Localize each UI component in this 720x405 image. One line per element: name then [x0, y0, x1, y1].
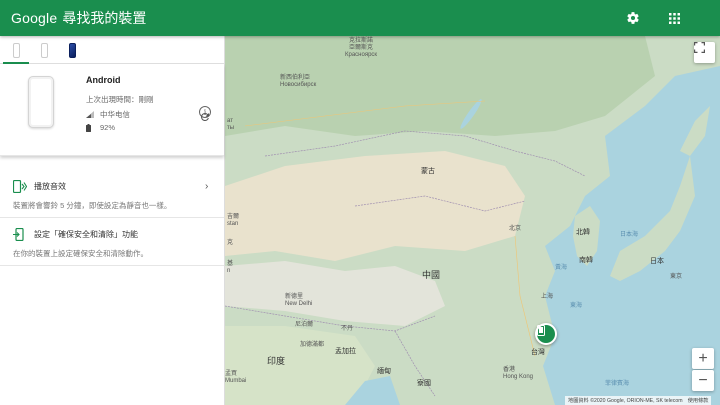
signal-icon [86, 111, 96, 118]
device-tab-3[interactable] [62, 37, 82, 63]
map-label-south-korea: 南韓 [579, 257, 593, 264]
secure-erase-title: 設定「確保安全和清除」功能 [34, 230, 138, 239]
map-label-new-delhi: 新德里 New Delhi [285, 294, 313, 307]
map-label-nepal: 尼泊爾 [295, 322, 314, 328]
map-label-left-edge-3: 基 n [227, 261, 234, 274]
map-view[interactable]: 克拉斯諾 亞爾斯克 Красноярск 新西伯利亞 Новосибирск а… [225, 36, 720, 405]
last-seen-text: 上次出現時間：剛剛 [86, 95, 154, 104]
map-label-philippine-sea: 菲律賓海 [605, 381, 630, 387]
map-label-sea-of-japan: 日本海 [620, 232, 639, 238]
play-sound-icon [12, 179, 28, 194]
map-label-yellow-sea: 黃海 [555, 265, 568, 271]
device-name: Android [86, 75, 121, 85]
map-label-mumbai: 孟買 Mumbai [225, 371, 247, 384]
map-label-india: 印度 [267, 356, 286, 366]
map-label-left-edge: 吉爾 stan [227, 214, 240, 227]
app-title: 尋找我的裝置 [62, 10, 147, 26]
map-canvas [225, 36, 720, 405]
gear-icon[interactable] [624, 9, 642, 27]
map-label-beijing: 北京 [509, 226, 522, 232]
device-location-pin[interactable] [535, 323, 557, 345]
secure-erase-description: 在你的裝置上設定確保安全和清除動作。 [13, 249, 148, 258]
device-tabs [0, 36, 224, 64]
battery-text: 92% [100, 123, 116, 132]
app-header: Google 尋找我的裝置 [0, 0, 720, 36]
battery-icon [86, 123, 96, 132]
device-tab-1[interactable] [3, 37, 29, 64]
apps-grid-icon[interactable] [665, 9, 683, 27]
fullscreen-icon [694, 42, 705, 53]
map-label-north-korea: 北韓 [576, 229, 590, 236]
map-label-krasnoyarsk: 克拉斯諾 亞爾斯克 Красноярск [345, 38, 378, 58]
device-image [28, 76, 54, 128]
map-label-hong-kong: 香港 Hong Kong [503, 367, 534, 380]
chevron-right-icon: › [205, 181, 209, 192]
map-label-tokyo: 東京 [670, 274, 683, 280]
phone-white-icon [40, 42, 48, 58]
device-tab-2[interactable] [34, 37, 54, 63]
phone-white-icon [12, 42, 20, 58]
device-panel: Android 上次出現時間：剛剛 中华电信 92% i 播放音效 › 裝置將會… [0, 36, 225, 405]
zoom-out-button[interactable]: − [692, 370, 714, 391]
map-label-bangladesh: 孟加拉 [335, 348, 356, 355]
map-label-left-edge-2: 克 [227, 240, 234, 246]
fullscreen-button[interactable] [694, 42, 715, 63]
map-label-myanmar: 緬甸 [377, 368, 391, 375]
map-label-laos: 寮國 [417, 380, 431, 387]
zoom-in-button[interactable]: + [692, 348, 714, 369]
refresh-icon[interactable] [199, 110, 211, 122]
map-label-kathmandu: 加德滿都 [300, 342, 325, 348]
find-my-device-app: Google 尋找我的裝置 Android 上次出現時間：剛剛 中华电信 92%… [0, 0, 720, 405]
map-label-east-sea: 東海 [570, 303, 583, 309]
last-seen: 上次出現時間：剛剛 [86, 94, 154, 105]
map-label-novosibirsk: 新西伯利亞 Новосибирск [280, 75, 317, 88]
google-logo[interactable]: Google [11, 10, 57, 26]
secure-erase-icon [13, 227, 26, 242]
map-label-taiwan: 台灣 [531, 349, 545, 356]
play-sound-description: 裝置將會響鈴 5 分鐘，即使設定為靜音也一樣。 [13, 201, 172, 210]
map-label-japan: 日本 [650, 258, 664, 265]
map-label-bhutan: 不丹 [341, 326, 354, 332]
device-card: Android 上次出現時間：剛剛 中华电信 92% i [0, 64, 224, 156]
map-label-china: 中國 [422, 270, 441, 280]
play-sound-action[interactable]: 播放音效 › 裝置將會響鈴 5 分鐘，即使設定為靜音也一樣。 [0, 170, 224, 218]
battery-row: 92% [86, 123, 115, 132]
map-label-shanghai: 上海 [541, 294, 554, 300]
carrier-row: 中华电信 [86, 109, 130, 120]
carrier-text: 中华电信 [100, 110, 130, 119]
map-label-almaty: ат ты [227, 118, 235, 131]
phone-blue-icon [68, 42, 76, 58]
map-label-mongolia: 蒙古 [421, 168, 435, 175]
play-sound-title: 播放音效 [34, 182, 66, 191]
map-attribution[interactable]: 地圖資料 ©2020 Google, ORION-ME, SK telecom … [565, 396, 712, 405]
secure-erase-action[interactable]: 設定「確保安全和清除」功能 在你的裝置上設定確保安全和清除動作。 [0, 218, 224, 266]
